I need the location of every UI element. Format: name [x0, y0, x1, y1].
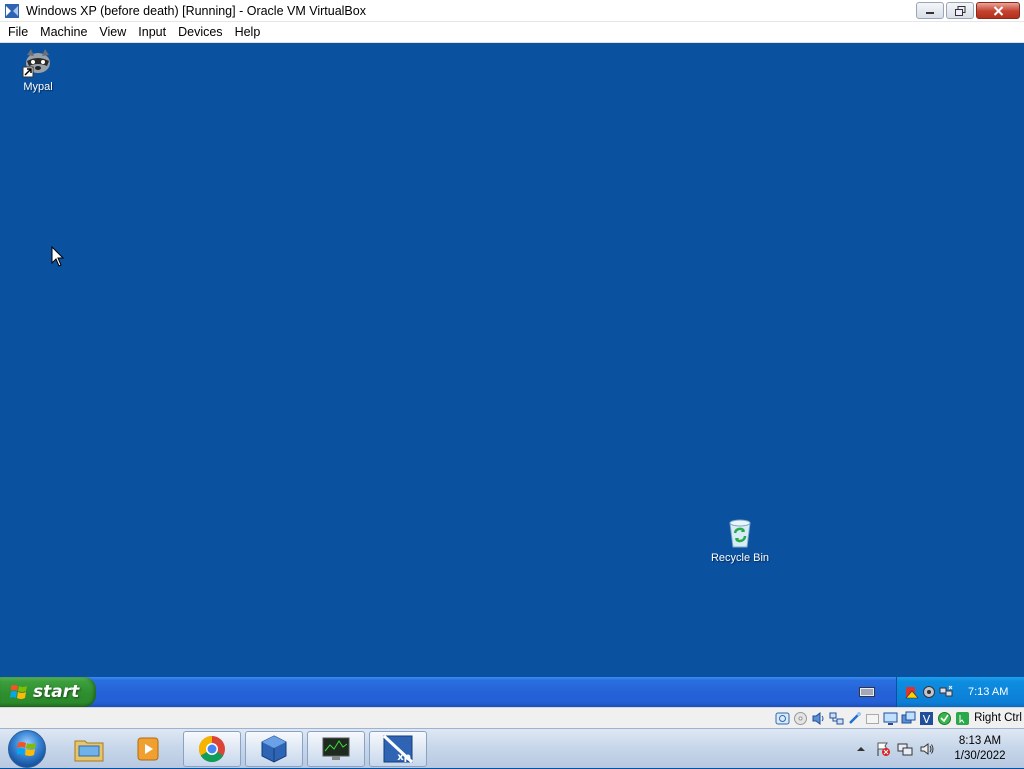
start-button[interactable]: start [0, 677, 96, 707]
show-hidden-icons-icon[interactable] [853, 741, 869, 757]
guest-desktop[interactable]: Mypal Recycle Bin [0, 43, 1024, 677]
screen-icon[interactable]: V [919, 711, 934, 726]
network-icon[interactable] [829, 711, 844, 726]
close-icon [993, 5, 1003, 16]
audio-icon[interactable] [811, 711, 826, 726]
desktop-icon-recycle-bin[interactable]: Recycle Bin [702, 517, 778, 564]
menu-input[interactable]: Input [132, 22, 172, 42]
windows-xp-logo-icon [10, 685, 27, 699]
minimize-icon [926, 11, 934, 14]
mouse-cursor-icon [51, 246, 65, 267]
host-clock-date: 1/30/2022 [954, 750, 1006, 762]
svg-text:V: V [923, 713, 931, 726]
xp-clock[interactable]: 7:13 AM [968, 686, 1008, 698]
desktop-icon-mypal[interactable]: Mypal [0, 46, 76, 93]
usb-icon[interactable] [847, 711, 862, 726]
windows-start-orb[interactable] [8, 730, 46, 768]
task-manager-icon [322, 737, 350, 760]
virtualbox-icon [5, 3, 19, 18]
windows-xp-vm-icon: xp [382, 734, 414, 764]
window-title: Windows XP (before death) [Running] - Or… [26, 3, 366, 18]
recycle-bin-icon [729, 519, 751, 548]
desktop-icon-label: Recycle Bin [710, 552, 770, 564]
windows-logo-icon [17, 742, 36, 756]
network-icon[interactable] [939, 685, 953, 699]
host-key-label[interactable]: Right Ctrl [974, 712, 1022, 724]
mouse-integration-icon[interactable] [955, 711, 970, 726]
volume-icon[interactable] [919, 741, 935, 757]
host-notification-area: 8:13 AM 1/30/2022 [850, 729, 1024, 769]
menubar: File Machine View Input Devices Help [0, 22, 1024, 43]
shared-folders-icon[interactable] [865, 711, 880, 726]
pinned-task-manager[interactable] [307, 731, 365, 767]
xp-notification-area: 7:13 AM [896, 677, 1024, 707]
restore-icon [954, 5, 965, 16]
media-player-icon [137, 737, 159, 761]
pinned-chrome[interactable] [183, 731, 241, 767]
chrome-icon [198, 735, 225, 763]
window-titlebar[interactable]: Windows XP (before death) [Running] - Or… [0, 0, 1024, 22]
pinned-windows-explorer[interactable] [60, 731, 118, 767]
host-taskbar: xp 8:13 AM 1/30/2022 [0, 728, 1024, 768]
host-clock-time: 8:13 AM [958, 735, 1002, 747]
keyboard-layout-icon[interactable] [859, 686, 875, 698]
audio-icon[interactable] [922, 685, 936, 699]
host-clock[interactable]: 8:13 AM 1/30/2022 [944, 734, 1016, 764]
minimize-button[interactable] [916, 2, 944, 19]
start-label: start [33, 682, 80, 702]
pinned-windows-xp-vm[interactable]: xp [369, 731, 427, 767]
menu-machine[interactable]: Machine [34, 22, 93, 42]
display-icon[interactable] [883, 711, 898, 726]
vbox-status-bar: V Right Ctrl [0, 707, 1024, 728]
security-alert-icon[interactable] [905, 685, 919, 699]
hard-disk-icon[interactable] [775, 711, 790, 726]
optical-drive-icon[interactable] [793, 711, 808, 726]
desktop-icon-label: Mypal [23, 81, 53, 93]
pinned-virtualbox[interactable] [245, 731, 303, 767]
video-capture-icon[interactable] [901, 711, 916, 726]
pinned-media-player[interactable] [120, 731, 178, 767]
restore-button[interactable] [946, 2, 974, 19]
menu-help[interactable]: Help [229, 22, 267, 42]
network-icon[interactable] [897, 741, 913, 757]
menu-view[interactable]: View [93, 22, 132, 42]
windows-explorer-icon [74, 740, 104, 762]
action-center-flag-icon[interactable] [875, 741, 891, 757]
close-button[interactable] [976, 2, 1020, 19]
virtualbox-icon [261, 735, 287, 763]
menu-devices[interactable]: Devices [172, 22, 228, 42]
cpu-icon[interactable] [937, 711, 952, 726]
raccoon-browser-shortcut-icon [22, 49, 50, 78]
xp-taskbar: start 7:13 AM [0, 677, 1024, 707]
menu-file[interactable]: File [2, 22, 34, 42]
svg-text:xp: xp [397, 752, 411, 763]
